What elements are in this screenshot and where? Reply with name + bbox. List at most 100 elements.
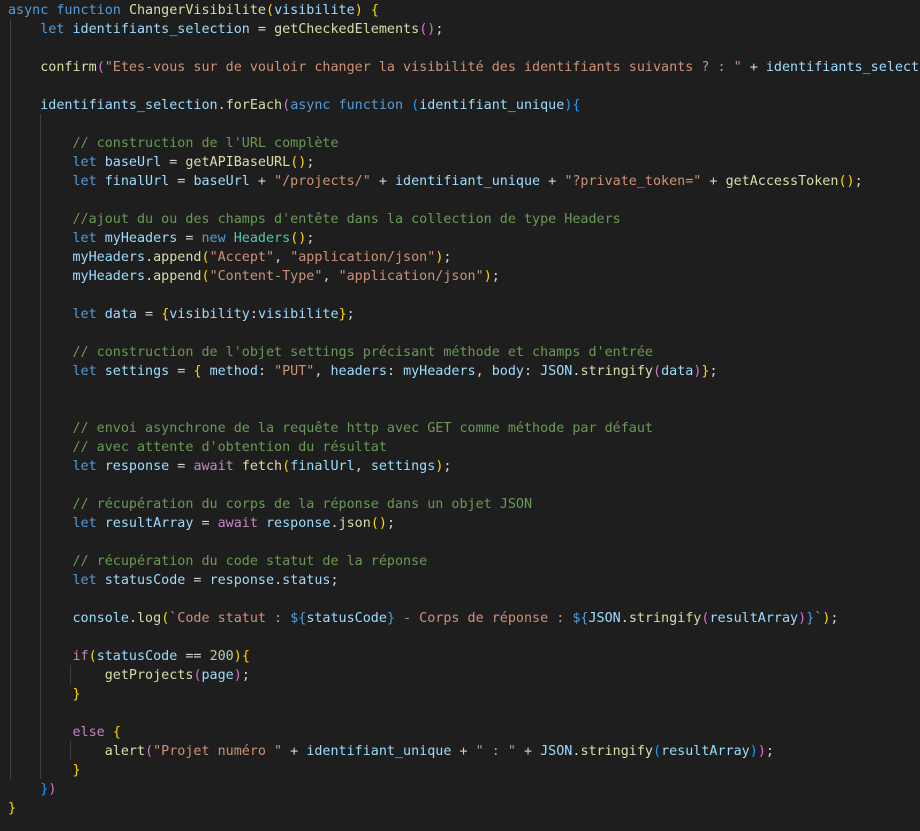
code-token: else bbox=[72, 725, 105, 740]
code-token: ( bbox=[96, 60, 105, 75]
code-token: // construction de l'URL complète bbox=[72, 136, 339, 151]
code-token: "application/json" bbox=[338, 269, 484, 284]
code-line[interactable]: // avec attente d'obtention du résultat bbox=[8, 438, 387, 457]
code-token: ) bbox=[354, 3, 363, 18]
code-token: ; bbox=[443, 459, 452, 474]
code-token: = bbox=[137, 307, 162, 322]
code-line[interactable]: // construction de l'objet settings préc… bbox=[8, 343, 653, 362]
code-token: ( bbox=[411, 98, 420, 113]
code-line[interactable]: }) bbox=[8, 780, 56, 799]
code-line[interactable]: let settings = { method: "PUT", headers:… bbox=[8, 362, 718, 381]
code-token: async bbox=[290, 98, 331, 113]
code-token: statusCode bbox=[104, 573, 186, 588]
code-token: ChangerVisibilite bbox=[128, 3, 266, 18]
code-line[interactable]: // envoi asynchrone de la requête http a… bbox=[8, 419, 653, 438]
code-line[interactable]: getProjects(page); bbox=[8, 666, 250, 685]
code-token: { bbox=[112, 725, 121, 740]
code-token: response bbox=[104, 459, 170, 474]
code-token: Headers bbox=[233, 231, 291, 246]
code-token: visibilite bbox=[257, 307, 339, 322]
code-token: = bbox=[169, 364, 194, 379]
code-token: finalUrl bbox=[290, 459, 355, 474]
code-token: : bbox=[386, 364, 404, 379]
code-token: stringify bbox=[580, 744, 653, 759]
code-line[interactable]: let response = await fetch(finalUrl, set… bbox=[8, 457, 452, 476]
code-token: ; bbox=[306, 231, 315, 246]
code-token: . bbox=[620, 611, 629, 626]
code-line[interactable]: let finalUrl = baseUrl + "/projects/" + … bbox=[8, 172, 863, 191]
code-line[interactable]: async function ChangerVisibilite(visibil… bbox=[8, 1, 379, 20]
code-line[interactable]: } bbox=[8, 685, 81, 704]
code-line[interactable]: alert("Projet numéro " + identifiant_uni… bbox=[8, 742, 774, 761]
code-token: ( bbox=[653, 364, 662, 379]
code-editor[interactable]: async function ChangerVisibilite(visibil… bbox=[0, 0, 920, 831]
code-token: // récupération du code statut de la rép… bbox=[72, 554, 428, 569]
code-line[interactable]: let baseUrl = getAPIBaseURL(); bbox=[8, 153, 315, 172]
code-token: = bbox=[193, 516, 218, 531]
code-token: " : " bbox=[475, 744, 516, 759]
code-token: "/projects/" bbox=[274, 174, 371, 189]
code-token: stringify bbox=[580, 364, 653, 379]
code-line[interactable]: confirm("Etes-vous sur de vouloir change… bbox=[8, 58, 920, 77]
code-token: settings bbox=[104, 364, 170, 379]
code-line[interactable]: if(statusCode == 200){ bbox=[8, 647, 250, 666]
code-token: : bbox=[524, 364, 541, 379]
code-token: myHeaders bbox=[403, 364, 476, 379]
code-token: ) bbox=[233, 668, 242, 683]
code-token: getCheckedElements bbox=[274, 22, 420, 37]
code-token: = bbox=[249, 22, 275, 37]
code-token: let bbox=[40, 22, 65, 37]
code-token: finalUrl bbox=[104, 174, 170, 189]
code-token: . bbox=[145, 250, 154, 265]
code-token: ; bbox=[854, 174, 863, 189]
code-token: ${ bbox=[572, 611, 589, 626]
code-token: . bbox=[274, 573, 283, 588]
code-token: ; bbox=[709, 364, 718, 379]
code-token: . bbox=[217, 98, 226, 113]
code-line[interactable]: let identifiants_selection = getCheckedE… bbox=[8, 20, 443, 39]
code-line[interactable]: console.log(`Code statut : ${statusCode}… bbox=[8, 609, 839, 628]
code-line[interactable]: //ajout du ou des champs d'entête dans l… bbox=[8, 210, 621, 229]
code-token: data bbox=[661, 364, 694, 379]
code-token: ( bbox=[282, 459, 291, 474]
code-line[interactable]: } bbox=[8, 761, 81, 780]
code-token: new bbox=[201, 231, 226, 246]
code-token: } bbox=[72, 687, 81, 702]
code-token: myHeaders bbox=[104, 231, 178, 246]
code-token: = bbox=[169, 174, 194, 189]
code-line[interactable]: identifiants_selection.forEach(async fun… bbox=[8, 96, 580, 115]
code-line[interactable]: } bbox=[8, 799, 16, 818]
code-token: ) bbox=[757, 744, 766, 759]
code-token: + bbox=[701, 174, 726, 189]
code-line[interactable]: myHeaders.append("Accept", "application/… bbox=[8, 248, 452, 267]
code-token: headers bbox=[330, 364, 387, 379]
code-line[interactable]: let statusCode = response.status; bbox=[8, 571, 339, 590]
code-token: function bbox=[56, 3, 121, 18]
code-line[interactable]: // récupération du corps de la réponse d… bbox=[8, 495, 533, 514]
code-token: status bbox=[282, 573, 331, 588]
code-line[interactable]: // construction de l'URL complète bbox=[8, 134, 339, 153]
code-token: "Projet numéro " bbox=[153, 744, 283, 759]
code-line[interactable]: else { bbox=[8, 723, 121, 742]
code-token: } bbox=[72, 763, 81, 778]
code-token: { bbox=[241, 649, 250, 664]
code-line[interactable]: let data = {visibility:visibilite}; bbox=[8, 305, 355, 324]
code-line[interactable]: myHeaders.append("Content-Type", "applic… bbox=[8, 267, 500, 286]
code-token: ) bbox=[749, 744, 758, 759]
code-token: ( bbox=[266, 3, 275, 18]
code-line[interactable]: let myHeaders = new Headers(); bbox=[8, 229, 315, 248]
code-token: body bbox=[491, 364, 524, 379]
code-line[interactable]: // récupération du code statut de la rép… bbox=[8, 552, 428, 571]
code-line[interactable]: let resultArray = await response.json(); bbox=[8, 514, 396, 533]
